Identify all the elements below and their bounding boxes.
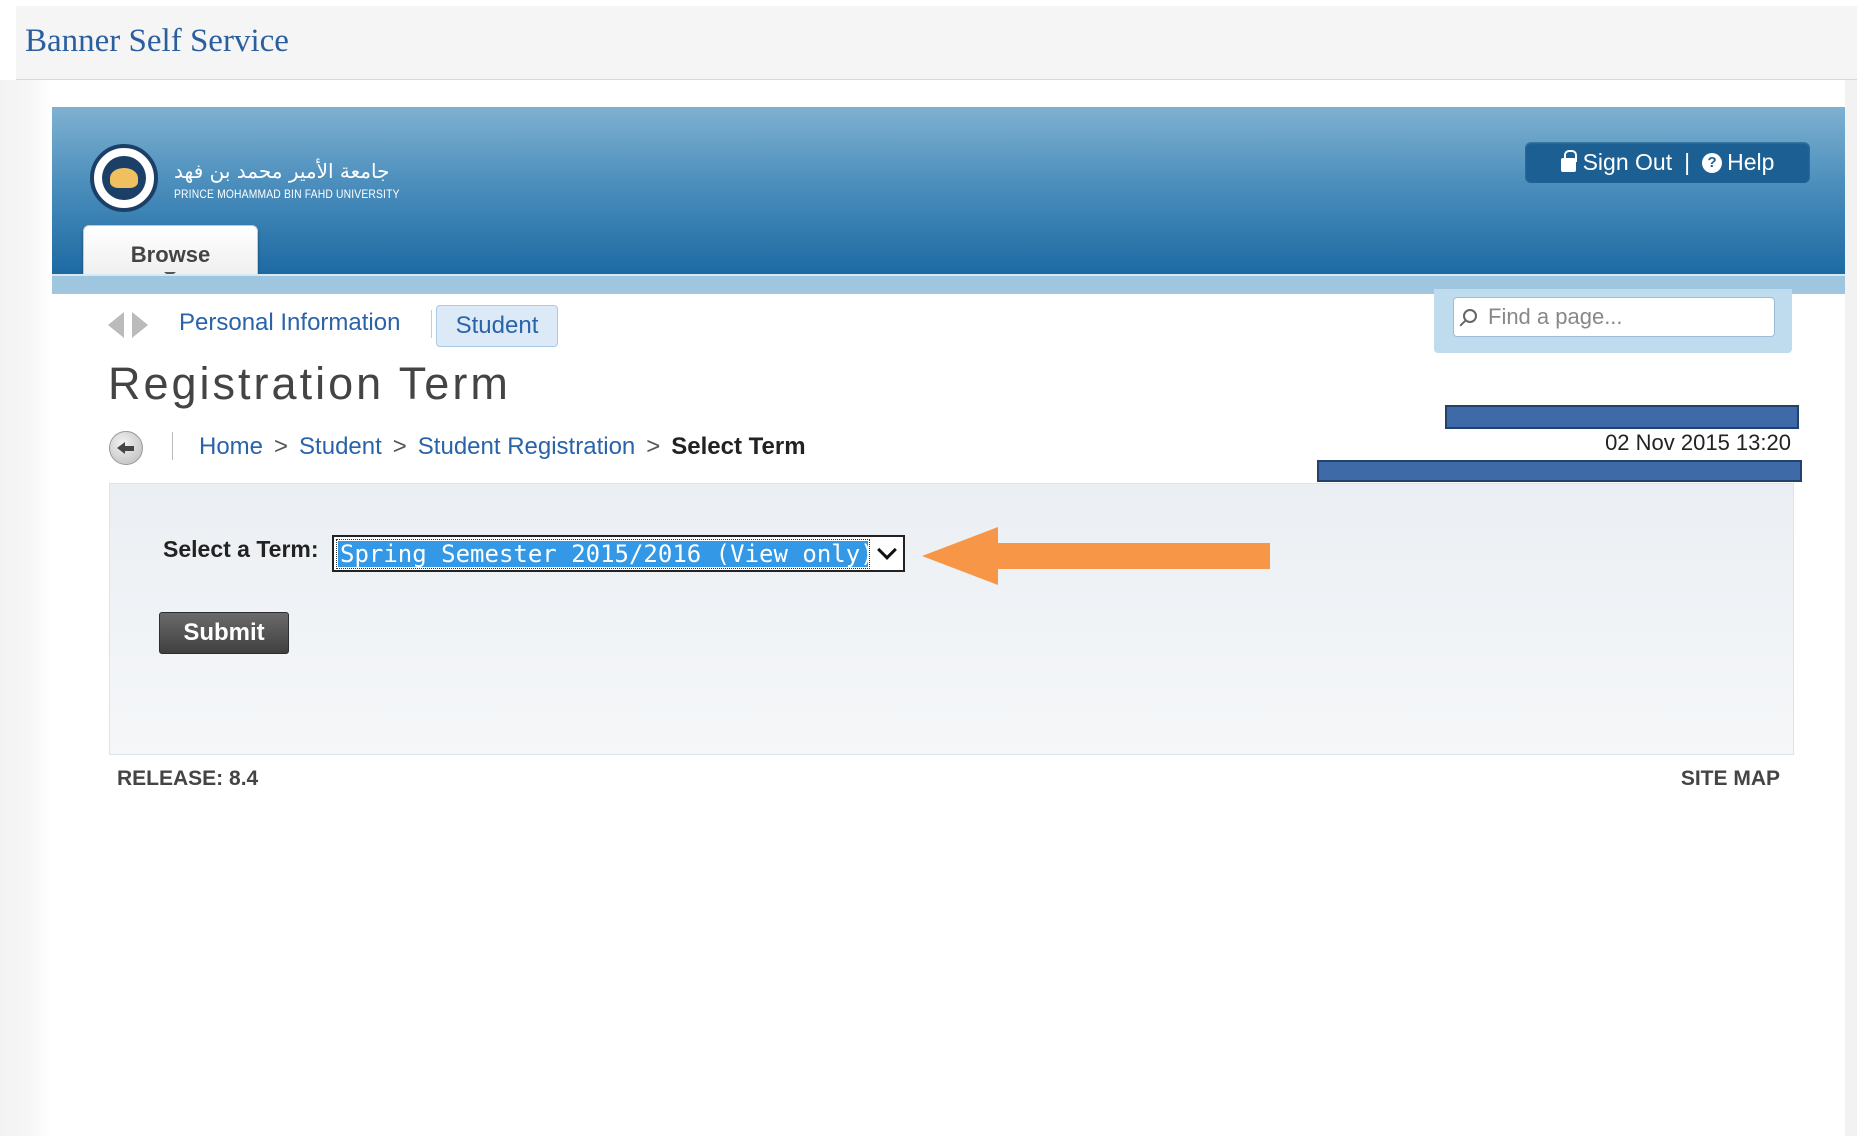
left-margin xyxy=(0,80,52,1136)
university-name-arabic: جامعة الأمير محمد بن فهد xyxy=(174,159,390,183)
arrow-right-icon[interactable] xyxy=(132,312,148,338)
breadcrumb-divider xyxy=(172,432,173,460)
header-banner: جامعة الأمير محمد بن فهد PRINCE MOHAMMAD… xyxy=(52,107,1845,285)
submit-button[interactable]: Submit xyxy=(159,612,289,654)
help-link[interactable]: Help xyxy=(1727,149,1774,176)
breadcrumb-student[interactable]: Student xyxy=(299,433,382,461)
user-actions: Sign Out | ? Help xyxy=(1525,142,1810,183)
search-area xyxy=(1434,289,1792,353)
breadcrumb-separator: > xyxy=(646,433,661,460)
tab-divider xyxy=(431,310,432,338)
redaction-bar xyxy=(1445,405,1799,429)
university-name-english: PRINCE MOHAMMAD BIN FAHD UNIVERSITY xyxy=(174,187,400,201)
back-arrow-icon[interactable] xyxy=(109,431,143,465)
help-icon: ? xyxy=(1702,152,1723,173)
university-seal-icon xyxy=(90,144,158,212)
breadcrumb-separator: > xyxy=(392,433,407,460)
user-actions-separator: | xyxy=(1684,149,1691,175)
find-page-input[interactable] xyxy=(1453,297,1775,337)
redaction-bar xyxy=(1317,460,1802,482)
breadcrumb-student-registration[interactable]: Student Registration xyxy=(418,433,635,461)
tab-scroll-arrows xyxy=(108,310,152,340)
term-label: Select a Term: xyxy=(163,536,319,562)
current-datetime: 02 Nov 2015 13:20 xyxy=(1605,430,1791,455)
tab-student[interactable]: Student xyxy=(436,305,558,347)
breadcrumb: Home > Student > Student Registration > … xyxy=(199,433,806,461)
app-title-bar: Banner Self Service xyxy=(16,6,1857,80)
breadcrumb-separator: > xyxy=(274,433,289,460)
page-title: Registration Term xyxy=(108,358,511,409)
focus-ring xyxy=(336,539,870,569)
tab-personal-information[interactable]: Personal Information xyxy=(179,309,400,337)
site-map-link[interactable]: SITE MAP xyxy=(1620,767,1780,791)
browse-label: Browse xyxy=(130,242,211,267)
arrow-left-icon[interactable] xyxy=(108,312,124,338)
breadcrumb-home[interactable]: Home xyxy=(199,433,263,461)
search-icon xyxy=(1463,309,1477,323)
app-title: Banner Self Service xyxy=(25,23,289,59)
annotation-arrow-shape xyxy=(922,527,1270,585)
lock-icon xyxy=(1560,150,1577,172)
right-margin xyxy=(1845,80,1857,1136)
chevron-down-icon[interactable] xyxy=(877,540,897,560)
breadcrumb-current: Select Term xyxy=(671,433,806,460)
sign-out-link[interactable]: Sign Out xyxy=(1583,149,1673,176)
term-selection-panel: Select a Term: Spring Semester 2015/2016… xyxy=(109,483,1794,755)
annotation-arrow-icon xyxy=(922,527,1270,585)
release-version: RELEASE: 8.4 xyxy=(117,767,259,790)
term-select[interactable]: Spring Semester 2015/2016 (View only) xyxy=(332,535,905,572)
